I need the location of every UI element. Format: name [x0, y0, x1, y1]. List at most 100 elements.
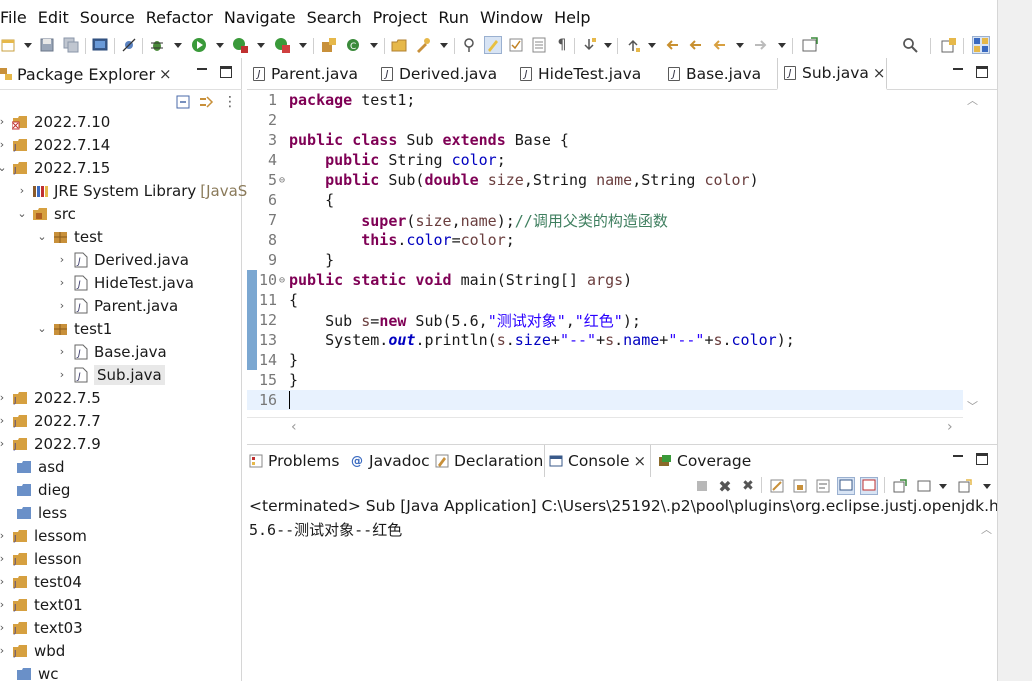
menu-search[interactable]: Search: [301, 8, 373, 27]
coverage-dropdown-icon[interactable]: [257, 43, 265, 48]
pin-console-icon[interactable]: [891, 477, 909, 495]
debug-icon[interactable]: [148, 36, 166, 54]
menu-source[interactable]: Source: [74, 8, 146, 27]
forward-dropdown-icon[interactable]: [778, 43, 786, 48]
next-annotation-dropdown-icon[interactable]: [604, 43, 612, 48]
chevron-right-icon[interactable]: ›: [56, 299, 68, 312]
chevron-down-icon[interactable]: ⌄: [16, 207, 28, 220]
prev-annotation-dropdown-icon[interactable]: [648, 43, 656, 48]
chevron-right-icon[interactable]: ›: [56, 253, 68, 266]
new-java-project-icon[interactable]: [320, 36, 338, 54]
tree-file-base-java[interactable]: › J Base.java: [56, 340, 167, 363]
show-console-stdout-icon[interactable]: [837, 477, 855, 495]
remove-launch-icon[interactable]: ✖: [716, 477, 734, 496]
forward-icon[interactable]: [752, 36, 770, 54]
tree-folder-asd[interactable]: asd: [0, 455, 65, 478]
tree-project-2022-7-5[interactable]: › J 2022.7.5: [0, 386, 101, 409]
menu-refactor[interactable]: Refactor: [140, 8, 224, 27]
search-tool-icon[interactable]: [414, 36, 432, 54]
menu-run[interactable]: Run: [432, 8, 480, 27]
pin-editor-icon[interactable]: [801, 36, 819, 54]
chevron-down-icon[interactable]: ⌄: [36, 230, 48, 243]
close-icon[interactable]: ×: [634, 452, 647, 470]
chevron-right-icon[interactable]: ›: [0, 138, 8, 151]
chevron-right-icon[interactable]: ›: [0, 598, 8, 611]
display-console-icon[interactable]: [915, 477, 933, 495]
word-wrap-console-icon[interactable]: [814, 477, 832, 495]
debug-dropdown-icon[interactable]: [174, 43, 182, 48]
tab-sub-java[interactable]: J Sub.java ×: [777, 58, 887, 90]
minimize-icon[interactable]: [197, 64, 207, 70]
new-class-icon[interactable]: C: [344, 36, 362, 54]
menu-navigate[interactable]: Navigate: [218, 8, 307, 27]
toggle-block-icon[interactable]: [507, 36, 525, 54]
tree-folder-wc[interactable]: wc: [0, 662, 59, 681]
chevron-right-icon[interactable]: ›: [16, 184, 28, 197]
tree-jre-system-library[interactable]: › JRE System Library [JavaSE: [16, 179, 257, 202]
tree-folder-dieg[interactable]: dieg: [0, 478, 70, 501]
skip-breakpoints-icon[interactable]: [120, 36, 138, 54]
scroll-right-icon[interactable]: ›: [947, 419, 953, 435]
terminal-icon[interactable]: [91, 36, 109, 54]
scroll-up-icon[interactable]: ︿: [981, 521, 992, 537]
save-all-icon[interactable]: [62, 36, 80, 54]
show-console-stderr-icon[interactable]: [860, 477, 878, 495]
scroll-down-icon[interactable]: ﹀: [967, 398, 978, 414]
tab-console[interactable]: Console ×: [544, 445, 652, 477]
tab-problems[interactable]: Problems: [249, 445, 339, 477]
tree-project-2022-7-14[interactable]: › J 2022.7.14: [0, 133, 110, 156]
terminate-icon[interactable]: [693, 477, 711, 495]
word-wrap-icon[interactable]: [530, 36, 548, 54]
chevron-down-icon[interactable]: ⌄: [0, 161, 8, 174]
tree-project-2022-7-15[interactable]: ⌄ J 2022.7.15: [0, 156, 110, 179]
remove-all-terminated-icon[interactable]: ✖: [739, 477, 757, 495]
external-tools-icon[interactable]: [273, 36, 291, 54]
menu-help[interactable]: Help: [548, 8, 601, 27]
close-icon[interactable]: ×: [159, 65, 172, 83]
menu-edit[interactable]: Edit: [32, 8, 80, 27]
back-nav-icon[interactable]: [710, 36, 728, 54]
minimize-icon[interactable]: [953, 451, 963, 457]
chevron-right-icon[interactable]: ›: [0, 437, 8, 450]
fold-collapse-icon[interactable]: ⊖: [279, 175, 289, 186]
tab-parent-java[interactable]: J Parent.java: [247, 58, 358, 90]
maximize-icon[interactable]: [976, 453, 988, 465]
java-perspective-icon[interactable]: [972, 36, 990, 54]
scroll-up-icon[interactable]: ︿: [967, 92, 978, 108]
search-icon[interactable]: [901, 36, 919, 54]
run-icon[interactable]: [190, 36, 208, 54]
link-with-editor-icon[interactable]: [197, 93, 215, 111]
tab-package-explorer[interactable]: Package Explorer ×: [0, 58, 172, 90]
chevron-right-icon[interactable]: ›: [56, 345, 68, 358]
search-tool-dropdown-icon[interactable]: [440, 43, 448, 48]
tree-src-folder[interactable]: ⌄ src: [16, 202, 76, 225]
tree-file-derived-java[interactable]: › J Derived.java: [56, 248, 189, 271]
tree-project-2022-7-7[interactable]: › J 2022.7.7: [0, 409, 101, 432]
maximize-icon[interactable]: [220, 66, 232, 78]
back-dropdown-icon[interactable]: [736, 43, 744, 48]
save-icon[interactable]: [38, 36, 56, 54]
tree-project-lessom[interactable]: › J lessom: [0, 524, 87, 547]
open-type-icon[interactable]: [390, 36, 408, 54]
tree-package-test[interactable]: ⌄ test: [36, 225, 102, 248]
tree-project-2022-7-9[interactable]: › J 2022.7.9: [0, 432, 101, 455]
collapse-all-icon[interactable]: [174, 93, 192, 111]
chevron-right-icon[interactable]: ›: [0, 575, 8, 588]
tab-hidetest-java[interactable]: J HideTest.java: [514, 58, 641, 90]
tab-derived-java[interactable]: J Derived.java: [375, 58, 497, 90]
fold-collapse-icon[interactable]: ⊖: [279, 275, 289, 286]
tab-base-java[interactable]: J Base.java: [662, 58, 761, 90]
editor-vertical-scrollbar[interactable]: ︿ ﹀: [963, 90, 981, 415]
tree-project-text01[interactable]: › J text01: [0, 593, 83, 616]
scroll-left-icon[interactable]: ‹: [291, 419, 297, 435]
new-class-dropdown-icon[interactable]: [370, 43, 378, 48]
prev-annotation-icon[interactable]: [624, 36, 642, 54]
tree-folder-less[interactable]: less: [0, 501, 67, 524]
tree-project-2022-7-10[interactable]: › 2022.7.10: [0, 110, 110, 133]
close-icon[interactable]: ×: [873, 64, 886, 82]
open-console-icon[interactable]: [956, 477, 974, 495]
run-dropdown-icon[interactable]: [216, 43, 224, 48]
tab-declaration[interactable]: Declaration: [435, 445, 543, 477]
back-icon[interactable]: [686, 36, 704, 54]
display-console-dropdown-icon[interactable]: [939, 484, 947, 489]
